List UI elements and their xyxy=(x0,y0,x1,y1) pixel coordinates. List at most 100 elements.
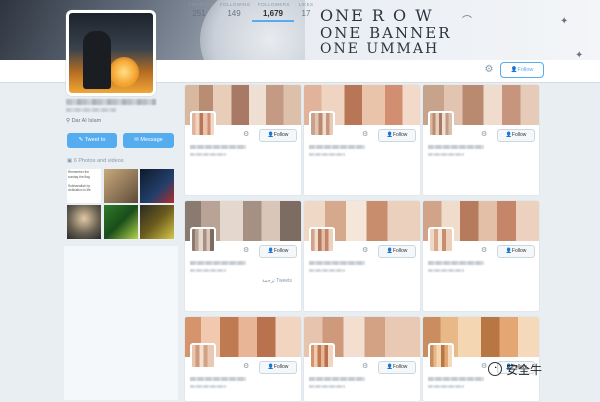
stat-label: LIKES xyxy=(298,2,314,7)
card-handle-blurred xyxy=(309,153,345,156)
avatar-figure xyxy=(83,31,111,89)
card-follow-button[interactable]: 👤Follow xyxy=(497,245,535,258)
card-avatar[interactable] xyxy=(428,343,454,369)
card-follow-button[interactable]: 👤Follow xyxy=(497,129,535,142)
card-name-blurred xyxy=(190,377,246,381)
gear-icon[interactable]: ⚙ xyxy=(362,246,368,254)
gear-icon[interactable]: ⚙ xyxy=(243,362,249,370)
profile-follow-button[interactable]: 👤Follow xyxy=(500,62,544,78)
card-handle-blurred xyxy=(190,153,226,156)
stat-label: FOLLOWING xyxy=(220,2,251,7)
gear-icon[interactable]: ⚙ xyxy=(362,362,368,370)
gear-icon[interactable]: ⚙ xyxy=(482,64,496,76)
tweet-to-label: Tweet to xyxy=(84,137,106,143)
card-avatar[interactable] xyxy=(190,343,216,369)
follow-label: Follow xyxy=(511,132,527,138)
follower-card[interactable]: ⚙ 👤Follow xyxy=(184,84,302,196)
media-thumbnail[interactable] xyxy=(140,169,174,203)
card-handle-blurred xyxy=(190,269,226,272)
sidebar-panel xyxy=(64,246,178,400)
media-thumbnail[interactable] xyxy=(104,169,138,203)
message-button[interactable]: ✉ Message xyxy=(123,133,174,148)
card-avatar[interactable] xyxy=(428,111,454,137)
follow-label: Follow xyxy=(392,248,408,254)
follow-label: Follow xyxy=(517,67,534,73)
stat-likes[interactable]: LIKES 17 xyxy=(298,2,314,18)
follower-card[interactable]: ⚙ 👤Follow xyxy=(422,84,540,196)
media-thumbnail[interactable] xyxy=(104,205,138,239)
camera-icon: ▣ xyxy=(67,158,73,164)
card-handle-blurred xyxy=(428,269,464,272)
card-avatar[interactable] xyxy=(309,111,335,137)
stat-label: FOLLOWERS xyxy=(258,2,290,7)
media-thumbnail[interactable]: Remember the sunday the flag Subhanallah… xyxy=(67,169,101,203)
banner-slogan-line-1: ONE R O W xyxy=(320,6,434,25)
card-name-blurred xyxy=(190,261,246,265)
translate-tweets-link[interactable]: ترجمة Tweets xyxy=(262,278,292,284)
card-name-blurred xyxy=(309,261,365,265)
banner-slogan-line-3: ONE UMMAH xyxy=(320,41,440,57)
location-pin-icon: ⚲ xyxy=(66,118,71,124)
gear-icon[interactable]: ⚙ xyxy=(481,362,487,370)
follow-label: Follow xyxy=(511,248,527,254)
stat-following[interactable]: FOLLOWING 149 xyxy=(220,2,251,18)
gear-icon[interactable]: ⚙ xyxy=(243,246,249,254)
card-handle-blurred xyxy=(190,385,226,388)
card-follow-button[interactable]: 👤Follow xyxy=(259,245,297,258)
stat-label: TWEETS xyxy=(188,2,210,7)
stat-tweets[interactable]: TWEETS 251 xyxy=(188,2,210,18)
media-thumbnail[interactable] xyxy=(67,205,101,239)
wechat-icon: ◔ xyxy=(488,362,502,376)
stat-value: 149 xyxy=(227,9,241,18)
watermark: ◔ 安全牛 xyxy=(488,360,542,378)
card-avatar[interactable] xyxy=(190,227,216,253)
photos-videos-link[interactable]: ▣ 6 Photos and videos xyxy=(67,158,124,164)
avatar-sun xyxy=(109,57,139,87)
message-label: Message xyxy=(140,137,163,143)
follower-card[interactable]: ⚙ 👤Follow xyxy=(303,84,421,196)
card-follow-button[interactable]: 👤Follow xyxy=(378,361,416,374)
stat-value: 17 xyxy=(301,9,311,18)
follower-card[interactable]: ⚙ 👤Follow xyxy=(422,200,540,312)
card-follow-button[interactable]: 👤Follow xyxy=(259,361,297,374)
stat-value: 251 xyxy=(192,9,206,18)
card-follow-button[interactable]: 👤Follow xyxy=(378,129,416,142)
card-name-blurred xyxy=(309,377,365,381)
card-handle-blurred xyxy=(309,385,345,388)
tweet-to-button[interactable]: ✎ Tweet to xyxy=(67,133,117,148)
card-avatar[interactable] xyxy=(428,227,454,253)
card-avatar[interactable] xyxy=(309,227,335,253)
profile-avatar[interactable] xyxy=(66,10,156,96)
gear-icon[interactable]: ⚙ xyxy=(362,130,368,138)
card-follow-button[interactable]: 👤Follow xyxy=(378,245,416,258)
bird-icon: ⌒ xyxy=(462,16,472,27)
banner-slogan-line-2: ONE BANNER xyxy=(320,24,452,42)
card-name-blurred xyxy=(428,145,484,149)
follower-card[interactable]: ⚙ 👤Follow xyxy=(422,316,540,402)
card-avatar[interactable] xyxy=(190,111,216,137)
follower-card[interactable]: ⚙ 👤Follow xyxy=(303,316,421,402)
gear-icon[interactable]: ⚙ xyxy=(243,130,249,138)
follower-card[interactable]: ⚙ 👤Follow xyxy=(184,316,302,402)
card-avatar[interactable] xyxy=(309,343,335,369)
card-handle-blurred xyxy=(428,385,464,388)
card-name-blurred xyxy=(190,145,246,149)
card-name-blurred xyxy=(428,377,484,381)
follow-label: Follow xyxy=(273,132,289,138)
profile-name-blurred xyxy=(66,99,156,105)
gear-icon[interactable]: ⚙ xyxy=(481,130,487,138)
card-handle-blurred xyxy=(428,153,464,156)
card-handle-blurred xyxy=(309,269,345,272)
follower-card[interactable]: ⚙ 👤Follow xyxy=(184,200,302,312)
card-follow-button[interactable]: 👤Follow xyxy=(259,129,297,142)
stat-followers[interactable]: FOLLOWERS 1,679 xyxy=(252,2,294,22)
follower-card[interactable]: ⚙ 👤Follow xyxy=(303,200,421,312)
card-name-blurred xyxy=(309,145,365,149)
watermark-text: 安全牛 xyxy=(506,362,543,377)
profile-location: ⚲ Dar Al Islam xyxy=(66,118,101,124)
follow-label: Follow xyxy=(392,364,408,370)
location-text: Dar Al Islam xyxy=(71,118,102,124)
gear-icon[interactable]: ⚙ xyxy=(481,246,487,254)
media-thumbnail[interactable] xyxy=(140,205,174,239)
follow-label: Follow xyxy=(273,248,289,254)
